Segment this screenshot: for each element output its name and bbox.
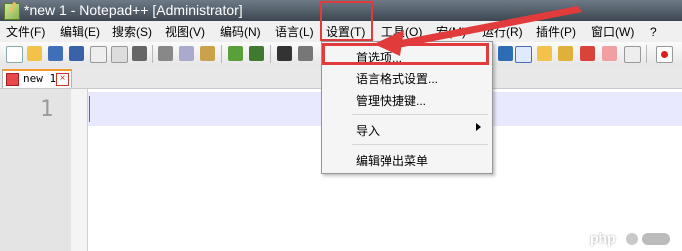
tab-new-1[interactable]: new 1 × <box>2 69 72 88</box>
settings-menu-annotation-box <box>320 1 373 41</box>
folder-workspace-icon[interactable] <box>580 46 595 61</box>
fold-margin[interactable] <box>71 89 87 251</box>
find-icon[interactable] <box>277 46 292 61</box>
menu-item-edit-popup-menu[interactable]: 编辑弹出菜单 <box>322 148 492 170</box>
menu-help[interactable]: ? <box>650 24 657 40</box>
play-macro-icon[interactable] <box>656 46 673 63</box>
doc-map-icon[interactable] <box>537 46 552 61</box>
menu-item-shortcut-mapper[interactable]: 管理快捷键... <box>322 88 492 110</box>
menu-separator <box>352 114 488 115</box>
paste-icon[interactable] <box>200 46 215 61</box>
new-file-icon[interactable] <box>6 46 23 63</box>
menu-view[interactable]: 视图(V) <box>165 24 205 40</box>
menu-encoding[interactable]: 编码(N) <box>220 24 261 40</box>
text-caret <box>89 96 90 122</box>
toolbar-separator <box>270 45 271 63</box>
close-all-icon[interactable] <box>111 46 128 63</box>
menu-tools[interactable]: 工具(O) <box>381 24 422 40</box>
menu-run[interactable]: 运行(R) <box>482 24 523 40</box>
save-all-icon[interactable] <box>69 46 84 61</box>
save-icon[interactable] <box>48 46 63 61</box>
function-list-icon[interactable] <box>558 46 573 61</box>
menu-file[interactable]: 文件(F) <box>6 24 45 40</box>
toolbar-separator <box>152 45 153 63</box>
notepad-app-icon <box>4 3 20 20</box>
menu-edit[interactable]: 编辑(E) <box>60 24 100 40</box>
toolbar-separator <box>646 45 647 63</box>
menu-macro[interactable]: 宏(M) <box>436 24 466 40</box>
menu-item-import[interactable]: 导入 <box>322 118 492 140</box>
replace-icon[interactable] <box>298 46 313 61</box>
line-number: 1 <box>40 97 54 122</box>
menu-search[interactable]: 搜索(S) <box>112 24 152 40</box>
unsaved-file-icon <box>6 73 19 86</box>
paragraph-icon[interactable] <box>498 46 513 61</box>
menu-item-style-configurator[interactable]: 语言格式设置... <box>322 66 492 88</box>
preferences-annotation-box <box>322 43 489 65</box>
watermark-bubble-icon <box>642 233 670 245</box>
undo-icon[interactable] <box>228 46 243 61</box>
copy-icon[interactable] <box>179 46 194 61</box>
open-file-icon[interactable] <box>27 46 42 61</box>
indent-guide-icon[interactable] <box>515 46 532 63</box>
close-tab-icon[interactable]: × <box>56 73 69 86</box>
redo-icon[interactable] <box>249 46 264 61</box>
php-watermark: php <box>590 230 678 248</box>
tab-label: new 1 <box>23 72 57 85</box>
cut-icon[interactable] <box>158 46 173 61</box>
stop-macro-icon[interactable] <box>624 46 641 63</box>
menu-window[interactable]: 窗口(W) <box>591 24 634 40</box>
close-file-icon[interactable] <box>90 46 107 63</box>
submenu-arrow-icon <box>476 123 481 131</box>
menu-language[interactable]: 语言(L) <box>275 24 314 40</box>
window-title: *new 1 - Notepad++ [Administrator] <box>24 2 243 18</box>
watermark-text: php <box>590 230 616 246</box>
menu-plugins[interactable]: 插件(P) <box>536 24 576 40</box>
record-macro-icon[interactable] <box>602 46 617 61</box>
print-icon[interactable] <box>132 46 147 61</box>
toolbar-separator <box>221 45 222 63</box>
watermark-dot-icon <box>626 233 638 245</box>
menu-separator <box>352 144 488 145</box>
